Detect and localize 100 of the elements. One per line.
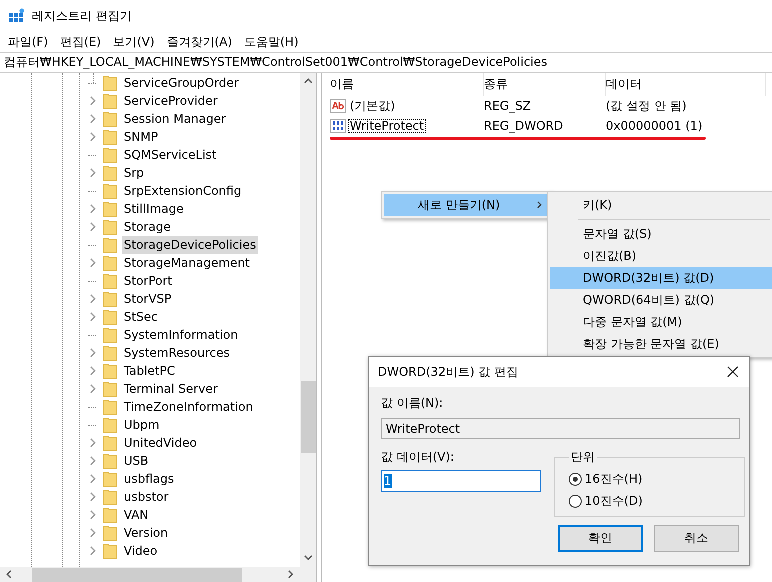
folder-icon xyxy=(103,75,117,91)
tree-item[interactable]: Session Manager xyxy=(122,110,228,128)
registry-editor-icon xyxy=(8,8,25,24)
tree-item[interactable]: Terminal Server xyxy=(122,380,220,398)
value-name[interactable]: WriteProtect xyxy=(348,119,426,133)
scroll-up-icon xyxy=(304,78,312,84)
scroll-thumb[interactable] xyxy=(32,568,242,582)
menu-item[interactable]: 즐겨찾기(A) xyxy=(162,34,238,50)
value-data-field[interactable]: 1 xyxy=(381,470,541,492)
tree-item[interactable]: usbflags xyxy=(122,470,176,488)
folder-icon xyxy=(103,219,117,235)
field-label: 값 데이터(V): xyxy=(381,449,456,466)
tree-item[interactable]: SNMP xyxy=(122,128,160,146)
menu-item[interactable]: 파일(F) xyxy=(3,34,54,50)
folder-icon xyxy=(103,435,117,451)
tree-item[interactable]: TabletPC xyxy=(122,362,178,380)
tree-item[interactable]: StorageDevicePolicies xyxy=(122,236,258,254)
tree-item[interactable]: SrpExtensionConfig xyxy=(122,182,244,200)
scroll-left-icon xyxy=(6,570,12,579)
tree-item[interactable]: Video xyxy=(122,542,160,560)
menu-item[interactable]: 도움말(H) xyxy=(239,34,304,50)
ab-string-icon xyxy=(330,99,346,113)
tree-item[interactable]: Ubpm xyxy=(122,416,162,434)
scroll-down-icon xyxy=(304,555,312,561)
window-title: 레지스트리 편집기 xyxy=(32,8,132,24)
folder-icon xyxy=(103,489,117,505)
column-header[interactable]: 데이터 xyxy=(606,73,766,96)
menu-item[interactable]: 보기(V) xyxy=(108,34,160,50)
folder-icon xyxy=(103,471,117,487)
folder-icon xyxy=(103,525,117,541)
value-name[interactable]: (기본값) xyxy=(348,98,398,114)
scroll-thumb[interactable] xyxy=(300,381,316,453)
tree-item[interactable]: VAN xyxy=(122,506,151,524)
vertical-scrollbar[interactable] xyxy=(300,73,316,567)
folder-icon xyxy=(103,237,117,253)
tree-item[interactable]: Version xyxy=(122,524,170,542)
folder-icon xyxy=(103,255,117,271)
tree-item[interactable]: usbstor xyxy=(122,488,171,506)
tree-item[interactable]: ServiceGroupOrder xyxy=(122,74,241,92)
tree-item[interactable]: StorVSP xyxy=(122,290,174,308)
menu-item[interactable]: DWORD(32비트) 값(D) xyxy=(550,267,772,289)
column-header[interactable]: 종류 xyxy=(484,73,606,96)
scroll-right-icon xyxy=(288,570,294,579)
ok-button[interactable]: 확인 xyxy=(558,525,643,552)
folder-icon xyxy=(103,165,117,181)
menu-item[interactable]: 확장 가능한 문자열 값(E) xyxy=(550,333,772,355)
tree-item[interactable]: SystemInformation xyxy=(122,326,240,344)
folder-icon xyxy=(103,381,117,397)
address-bar[interactable]: 컴퓨터₩HKEY_LOCAL_MACHINE₩SYSTEM₩ControlSet001₩Control₩StorageDevicePolicies xyxy=(0,52,772,73)
tree-item[interactable]: SystemResources xyxy=(122,344,232,362)
folder-icon xyxy=(103,417,117,433)
value-name-field[interactable]: WriteProtect xyxy=(381,418,740,439)
menu-item[interactable]: QWORD(64비트) 값(Q) xyxy=(550,289,772,311)
tree-item[interactable]: ServiceProvider xyxy=(122,92,220,110)
group-label: 단위 xyxy=(570,449,596,466)
value-type: REG_DWORD xyxy=(484,119,564,133)
folder-icon xyxy=(103,363,117,379)
menu-item[interactable]: 문자열 값(S) xyxy=(550,223,772,245)
tree-item[interactable]: StillImage xyxy=(122,200,186,218)
value-data: (값 설정 안 됨) xyxy=(606,98,688,114)
tree-item[interactable]: StSec xyxy=(122,308,160,326)
folder-icon xyxy=(103,93,117,109)
tree-item[interactable]: Srp xyxy=(122,164,146,182)
radio-option[interactable]: 16진수(H) xyxy=(569,468,734,490)
tree-item[interactable]: TimeZoneInformation xyxy=(122,398,256,416)
folder-icon xyxy=(103,129,117,145)
tree-item[interactable]: Storage xyxy=(122,218,173,236)
menu-item[interactable]: 편집(E) xyxy=(55,34,106,50)
menu-item[interactable]: 이진값(B) xyxy=(550,245,772,267)
menu-item[interactable]: 다중 문자열 값(M) xyxy=(550,311,772,333)
folder-icon xyxy=(103,543,117,559)
folder-icon xyxy=(103,327,117,343)
folder-icon xyxy=(103,453,117,469)
folder-icon xyxy=(103,147,117,163)
value-data: 0x00000001 (1) xyxy=(606,119,704,133)
horizontal-scrollbar[interactable] xyxy=(0,567,316,582)
folder-icon xyxy=(103,345,117,361)
folder-icon xyxy=(103,507,117,523)
dialog-title: DWORD(32비트) 값 편집 xyxy=(378,364,518,380)
folder-icon xyxy=(103,201,117,217)
folder-icon xyxy=(103,291,117,307)
radio-option[interactable]: 10진수(D) xyxy=(569,490,734,512)
menu-item[interactable]: 키(K) xyxy=(550,194,772,216)
menu-item[interactable]: 새로 만들기(N) xyxy=(384,194,550,216)
folder-icon xyxy=(103,399,117,415)
close-button[interactable] xyxy=(727,366,739,378)
tree-item[interactable]: StorPort xyxy=(122,272,174,290)
tree-item[interactable]: USB xyxy=(122,452,151,470)
tree-item[interactable]: UnitedVideo xyxy=(122,434,200,452)
cancel-button[interactable]: 취소 xyxy=(654,525,739,552)
folder-icon xyxy=(103,183,117,199)
binary-value-icon xyxy=(330,119,346,133)
tree-item[interactable]: SQMServiceList xyxy=(122,146,219,164)
folder-icon xyxy=(103,273,117,289)
column-header[interactable]: 이름 xyxy=(330,73,484,96)
folder-icon xyxy=(103,309,117,325)
tree-item[interactable]: StorageManagement xyxy=(122,254,252,272)
field-label: 값 이름(N): xyxy=(381,395,444,412)
close-icon xyxy=(727,366,739,378)
value-type: REG_SZ xyxy=(484,99,532,113)
